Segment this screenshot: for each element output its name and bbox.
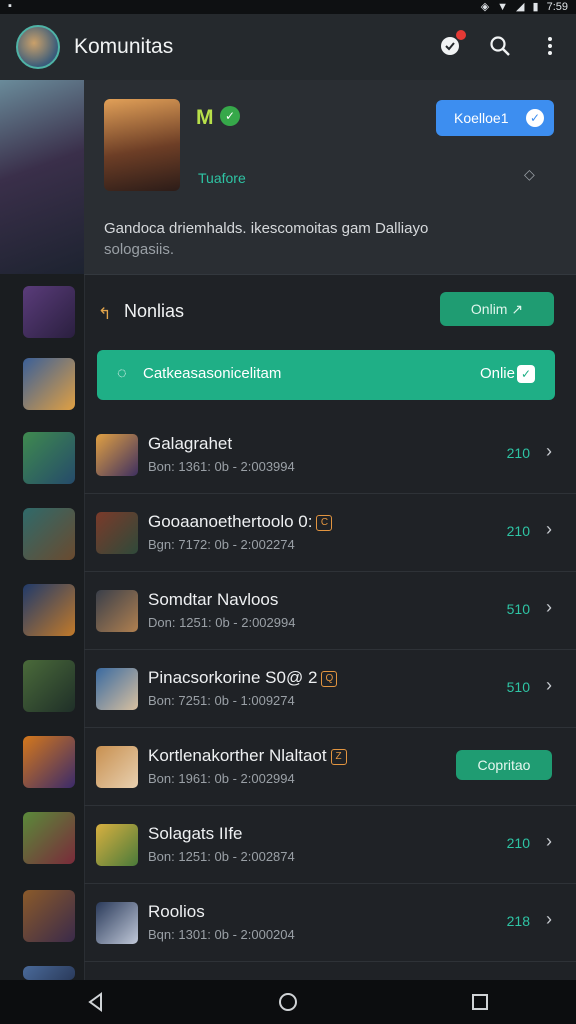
- description-text: Gandoca driemhalds. ikescomoitas gam Dal…: [104, 220, 429, 237]
- item-tag: Q: [321, 670, 338, 687]
- item-thumbnail: [96, 824, 138, 866]
- banner-status: Onlie: [479, 365, 515, 382]
- online-button[interactable]: Onlim ↗: [440, 292, 554, 326]
- item-tag: C: [316, 514, 333, 531]
- item-title: Pinacsorkorine S0@ 2Q: [148, 668, 338, 688]
- chevron-right-icon[interactable]: ›: [546, 519, 552, 540]
- sidebar-item-game-3[interactable]: [23, 432, 75, 484]
- item-title: Gooaanoethertoolo 0: C: [148, 512, 333, 532]
- item-thumbnail: [96, 668, 138, 710]
- link-icon: ◌: [117, 365, 127, 382]
- community-subtitle: Tuafore: [198, 170, 246, 186]
- search-icon[interactable]: [488, 34, 512, 58]
- item-title: Galagrahet: [148, 434, 233, 453]
- item-meta: Bon: 1251: 0b - 2:002874: [148, 849, 295, 864]
- item-meta: Bon: 7251: 0b - 1:009274: [148, 693, 295, 708]
- item-count: 510: [506, 679, 530, 695]
- check-icon: ✓: [517, 365, 535, 383]
- item-meta: Don: 1251: 0b - 2:002994: [148, 615, 296, 630]
- notification-badge: [456, 30, 466, 40]
- item-count: 210: [506, 445, 530, 461]
- item-thumbnail: [96, 434, 138, 476]
- sidebar-item-game-10[interactable]: [23, 966, 75, 980]
- wifi-icon: ▼: [497, 0, 509, 13]
- online-banner[interactable]: ◌ Catkeasasonicelitam Onlie ✓: [97, 350, 555, 400]
- item-thumbnail: [96, 590, 138, 632]
- chevron-right-icon[interactable]: ›: [546, 675, 552, 696]
- item-thumbnail: [96, 902, 138, 944]
- list-item[interactable]: Gooaanoethertoolo 0: C Bgn: 7172: 0b - 2:…: [84, 494, 576, 572]
- sidebar: [0, 80, 85, 980]
- chevron-right-icon[interactable]: ›: [546, 831, 552, 852]
- sidebar-item-game-1[interactable]: [23, 286, 75, 338]
- notifications-icon[interactable]: [438, 30, 466, 58]
- item-meta: Bqn: 1301: 0b - 2:000204: [148, 927, 295, 942]
- online-label: Onlim: [470, 301, 508, 317]
- community-description: Gandoca driemhalds. ikescomoitas gam Dal…: [104, 218, 544, 260]
- chevron-right-icon[interactable]: ›: [546, 441, 552, 462]
- notification-icon: ▪: [8, 0, 12, 12]
- more-vert-icon[interactable]: [538, 34, 562, 58]
- item-thumbnail: [96, 512, 138, 554]
- item-count: 210: [506, 835, 530, 851]
- item-title: Somdtar Navloos: [148, 590, 279, 609]
- avatar[interactable]: [16, 25, 60, 69]
- battery-icon: ▮: [532, 1, 539, 13]
- back-icon[interactable]: [84, 990, 108, 1014]
- news-icon: ↰: [98, 306, 112, 323]
- item-title: Solagats IIfe: [148, 824, 243, 843]
- chevron-right-icon[interactable]: ›: [546, 597, 552, 618]
- sidebar-hero-image: [0, 80, 84, 274]
- banner-text: Catkeasasonicelitam: [143, 365, 282, 382]
- item-tag: Z: [330, 748, 347, 765]
- news-header: ↰ Nonlias Onlim ↗: [84, 290, 576, 336]
- chevron-right-icon[interactable]: ›: [546, 909, 552, 930]
- community-list: Galagrahet Bon: 1361: 0b - 2:003994 210 …: [84, 416, 576, 962]
- list-item[interactable]: Kortlenakorther Nlaltaot Z Bon: 1961: 0b …: [84, 728, 576, 806]
- list-item[interactable]: Galagrahet Bon: 1361: 0b - 2:003994 210 …: [84, 416, 576, 494]
- item-meta: Bgn: 7172: 0b - 2:002274: [148, 537, 295, 552]
- recents-icon[interactable]: [468, 990, 492, 1014]
- sidebar-item-game-4[interactable]: [23, 508, 75, 560]
- list-item[interactable]: Solagats IIfe Bon: 1251: 0b - 2:002874 2…: [84, 806, 576, 884]
- home-icon[interactable]: [276, 990, 300, 1014]
- list-item[interactable]: Roolios Bqn: 1301: 0b - 2:000204 218 ›: [84, 884, 576, 962]
- item-meta: Bon: 1961: 0b - 2:002994: [148, 771, 295, 786]
- sidebar-item-game-2[interactable]: [23, 358, 75, 410]
- community-cover-image: [104, 99, 180, 191]
- main-content: M ✓ Tuafore Koelloe1 ✓ ◇ Gandoca driemha…: [84, 80, 576, 980]
- item-count: 218: [506, 913, 530, 929]
- status-time: 7:59: [546, 0, 568, 13]
- status-bar: ▪ ◈ ▼ ◢ ▮ 7:59: [0, 0, 576, 14]
- item-title: Kortlenakorther Nlaltaot Z: [148, 746, 347, 766]
- list-item[interactable]: Somdtar Navloos Don: 1251: 0b - 2:002994…: [84, 572, 576, 650]
- sidebar-item-game-6[interactable]: [23, 660, 75, 712]
- app-bar: Komunitas: [0, 14, 576, 80]
- sidebar-item-game-8[interactable]: [23, 812, 75, 864]
- item-count: 210: [506, 523, 530, 539]
- page-title: Komunitas: [74, 35, 174, 58]
- verified-icon: ✓: [220, 106, 240, 126]
- follow-label: Koelloe1: [454, 110, 509, 126]
- item-action-button[interactable]: Copritao: [456, 750, 552, 780]
- sidebar-item-game-5[interactable]: [23, 584, 75, 636]
- item-meta: Bon: 1361: 0b - 2:003994: [148, 459, 295, 474]
- system-nav-bar: [0, 980, 576, 1024]
- sidebar-item-game-9[interactable]: [23, 890, 75, 942]
- description-more: sologasiis.: [104, 241, 175, 258]
- check-icon: ✓: [526, 109, 544, 127]
- status-icons: ◈ ▼ ◢ ▮ 7:59: [480, 0, 568, 14]
- list-item[interactable]: Pinacsorkorine S0@ 2Q Bon: 7251: 0b - 1:…: [84, 650, 576, 728]
- pin-icon[interactable]: ◇: [524, 166, 535, 183]
- sidebar-item-game-7[interactable]: [23, 736, 75, 788]
- item-thumbnail: [96, 746, 138, 788]
- location-icon: ◈: [480, 1, 490, 13]
- item-title: Roolios: [148, 902, 205, 921]
- news-title: Nonlias: [124, 301, 185, 321]
- signal-icon: ◢: [516, 1, 525, 13]
- item-count: 510: [506, 601, 530, 617]
- follow-button[interactable]: Koelloe1 ✓: [436, 100, 554, 136]
- community-name: M: [196, 106, 214, 129]
- community-profile-card: M ✓ Tuafore Koelloe1 ✓ ◇ Gandoca driemha…: [84, 80, 576, 275]
